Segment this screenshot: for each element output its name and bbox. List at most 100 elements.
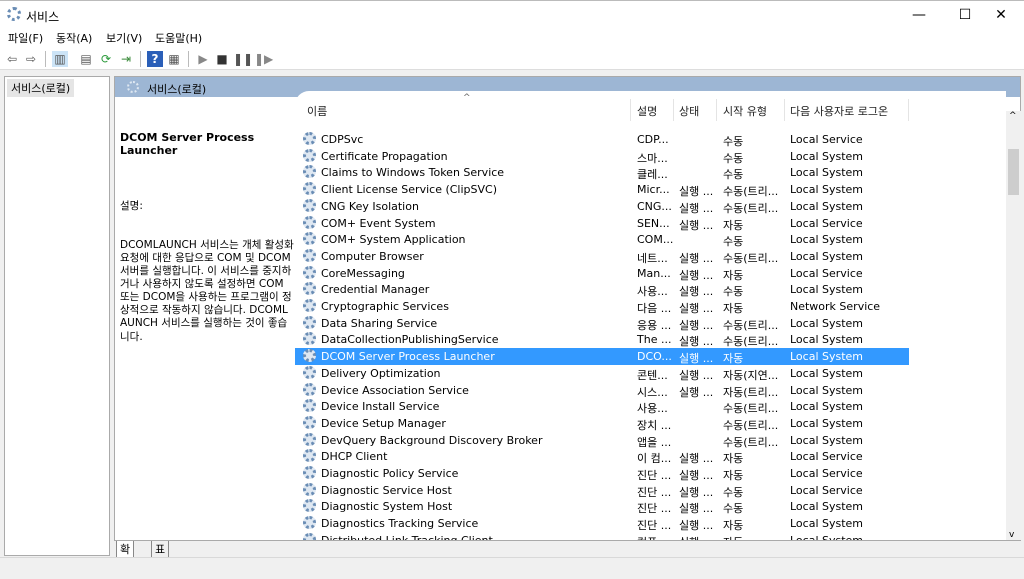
service-description: 진단 ... [637, 502, 672, 516]
scrollbar-thumb[interactable] [1008, 149, 1019, 195]
service-status: 실행 ... [679, 502, 714, 516]
service-row[interactable]: Credential Manager 사용... 실행 ... 수동 Local Sys… [295, 281, 909, 298]
service-name: Diagnostics Tracking Service [321, 517, 479, 531]
toolbar: ⇦ ⇨ ▥ ▤ ⟳ ⇥ ? ▦ ▶ ■ ❚❚ ❚▶ [0, 48, 1024, 70]
column-header-startup-type[interactable]: 시작 유형 [723, 103, 767, 119]
column-header-name[interactable]: 이름 [307, 103, 327, 119]
service-row[interactable]: COM+ System Application COM... 수동 Local Sys… [295, 231, 909, 248]
column-header-status[interactable]: 상태 [679, 103, 699, 119]
service-row[interactable]: Computer Browser 네트... 실행 ... 수동(트리... Local… [295, 248, 909, 265]
vertical-scrollbar[interactable]: ^ v [1006, 111, 1021, 540]
service-status: 실행 ... [679, 469, 714, 482]
service-log-on-as: Local System [790, 433, 864, 447]
service-log-on-as: Local System [790, 350, 864, 364]
menu-file[interactable]: 파일(F) [8, 30, 43, 46]
service-row[interactable]: Device Setup Manager 장치 ... 수동(트리... Local … [295, 415, 909, 432]
menu-view[interactable]: 보기(V) [106, 30, 142, 46]
service-row[interactable]: CoreMessaging Man... 실행 ... 자동 Local Service [295, 265, 909, 282]
column-header-log-on-as[interactable]: 다음 사용자로 로그온 [790, 103, 888, 119]
service-name: Device Setup Manager [321, 416, 446, 430]
pause-icon[interactable]: ❚❚ [233, 51, 253, 67]
service-name: Diagnostic Service Host [321, 483, 452, 497]
service-gear-icon [303, 282, 316, 296]
service-log-on-as: Local Service [790, 133, 863, 146]
scroll-down-icon[interactable]: v [1009, 530, 1014, 540]
console-tree: 서비스(로컬) [4, 76, 110, 556]
service-row[interactable]: Diagnostics Tracking Service 진단 ... 실행 ...… [295, 515, 909, 532]
service-row[interactable]: Claims to Windows Token Service 클레... 수동 Lo… [295, 164, 909, 181]
description-pane: DCOM Server Process Launcher 설명: DCOMLAU… [120, 105, 295, 370]
service-row[interactable]: Device Association Service 시스... 실행 ... 자동(… [295, 382, 909, 399]
service-row[interactable]: Diagnostic Policy Service 진단 ... 실행 ... 자동 L… [295, 465, 909, 482]
toolbar-separator [188, 51, 189, 67]
service-row[interactable]: DHCP Client 이 컴... 실행 ... 자동 Local Service [295, 448, 909, 465]
service-description: 앱을 ... [637, 435, 672, 449]
service-description: 스마... [637, 151, 668, 165]
service-status: 실행 ... [679, 452, 714, 466]
service-status: 실행 ... [679, 368, 714, 382]
minimize-button[interactable]: — [896, 1, 942, 29]
service-row[interactable]: DevQuery Background Discovery Broker 앱을 .… [295, 432, 909, 449]
resume-icon[interactable]: ❚▶ [254, 51, 273, 67]
service-gear-icon [303, 532, 316, 540]
service-startup-type: 자동 [723, 352, 744, 366]
service-description: 응용 ... [637, 318, 672, 332]
service-startup-type: 자동 [723, 268, 744, 282]
service-row[interactable]: Delivery Optimization 콘텐... 실행 ... 자동(지연...… [295, 365, 909, 382]
start-icon[interactable]: ▶ [195, 51, 211, 67]
service-description: CNG... [637, 199, 672, 213]
properties-icon[interactable]: ▤ [78, 51, 94, 67]
service-row[interactable]: Certificate Propagation 스마... 수동 Local Syst… [295, 148, 909, 165]
service-row[interactable]: Diagnostic System Host 진단 ... 실행 ... 수동 Loca… [295, 498, 909, 515]
service-description: Micr... [637, 183, 670, 197]
service-description: COM... [637, 233, 674, 247]
show-hide-console-tree-icon[interactable]: ▥ [52, 51, 68, 67]
service-startup-type: 수동 [723, 135, 744, 148]
service-row[interactable]: Cryptographic Services 다음 ... 실행 ... 자동 Netw… [295, 298, 909, 315]
service-startup-type: 수동 [723, 168, 744, 182]
service-row[interactable]: DataCollectionPublishingService The ... 실행… [295, 331, 909, 348]
service-description: 이 컴... [637, 452, 672, 466]
service-row[interactable]: Distributed Link Tracking Client 컴퓨... 실행 … [295, 532, 909, 540]
service-startup-type: 수동(트리... [723, 201, 779, 215]
service-log-on-as: Local Service [790, 483, 863, 497]
back-icon[interactable]: ⇦ [4, 51, 20, 67]
column-header-description[interactable]: 설명 [637, 103, 657, 119]
service-row[interactable]: Device Install Service 사용... 수동(트리... Local… [295, 398, 909, 415]
menu-action[interactable]: 동작(A) [56, 30, 92, 46]
refresh-icon[interactable]: ⟳ [98, 51, 114, 67]
column-divider [673, 99, 674, 121]
panel-title: 서비스(로컬) [147, 83, 207, 96]
service-status: 실행 ... [679, 318, 714, 332]
forward-icon[interactable]: ⇨ [23, 51, 39, 67]
toolbar-separator [140, 51, 141, 67]
service-description: 진단 ... [637, 519, 672, 533]
service-gear-icon [303, 248, 316, 262]
service-gear-icon [303, 482, 316, 496]
export-list-icon[interactable]: ⇥ [118, 51, 134, 67]
service-name: Certificate Propagation [321, 149, 448, 163]
menu-help[interactable]: 도움말(H) [155, 30, 202, 46]
service-startup-type: 자동 [723, 452, 744, 466]
service-row[interactable]: DCOM Server Process Launcher DCO... 실행 ...… [295, 348, 909, 365]
service-log-on-as: Local System [790, 149, 864, 163]
help-icon[interactable]: ? [147, 51, 163, 67]
stop-icon[interactable]: ■ [214, 51, 230, 67]
service-gear-icon [303, 415, 316, 429]
toolbar-separator [45, 51, 46, 67]
service-name: Distributed Link Tracking Client [321, 534, 493, 540]
service-row[interactable]: CNG Key Isolation CNG... 실행 ... 수동(트리... Loc… [295, 198, 909, 215]
tree-item-services-local[interactable]: 서비스(로컬) [7, 79, 75, 97]
service-row[interactable]: COM+ Event System SEN... 실행 ... 자동 Local Ser… [295, 215, 909, 232]
service-row[interactable]: CDPSvc CDP... 수동 Local Service [295, 131, 909, 148]
service-row[interactable]: Data Sharing Service 응용 ... 실행 ... 수동(트리...… [295, 315, 909, 332]
action-pane-icon[interactable]: ▦ [166, 51, 182, 67]
service-description: CDP... [637, 133, 669, 146]
close-button[interactable]: ✕ [978, 1, 1024, 29]
service-row[interactable]: Client License Service (ClipSVC) Micr... 실… [295, 181, 909, 198]
service-row[interactable]: Diagnostic Service Host 진단 ... 실행 ... 수동 Loc… [295, 482, 909, 499]
service-log-on-as: Local System [790, 534, 863, 540]
scroll-up-icon[interactable]: ^ [1009, 111, 1017, 121]
service-gear-icon [303, 499, 316, 513]
service-log-on-as: Local System [790, 366, 864, 380]
